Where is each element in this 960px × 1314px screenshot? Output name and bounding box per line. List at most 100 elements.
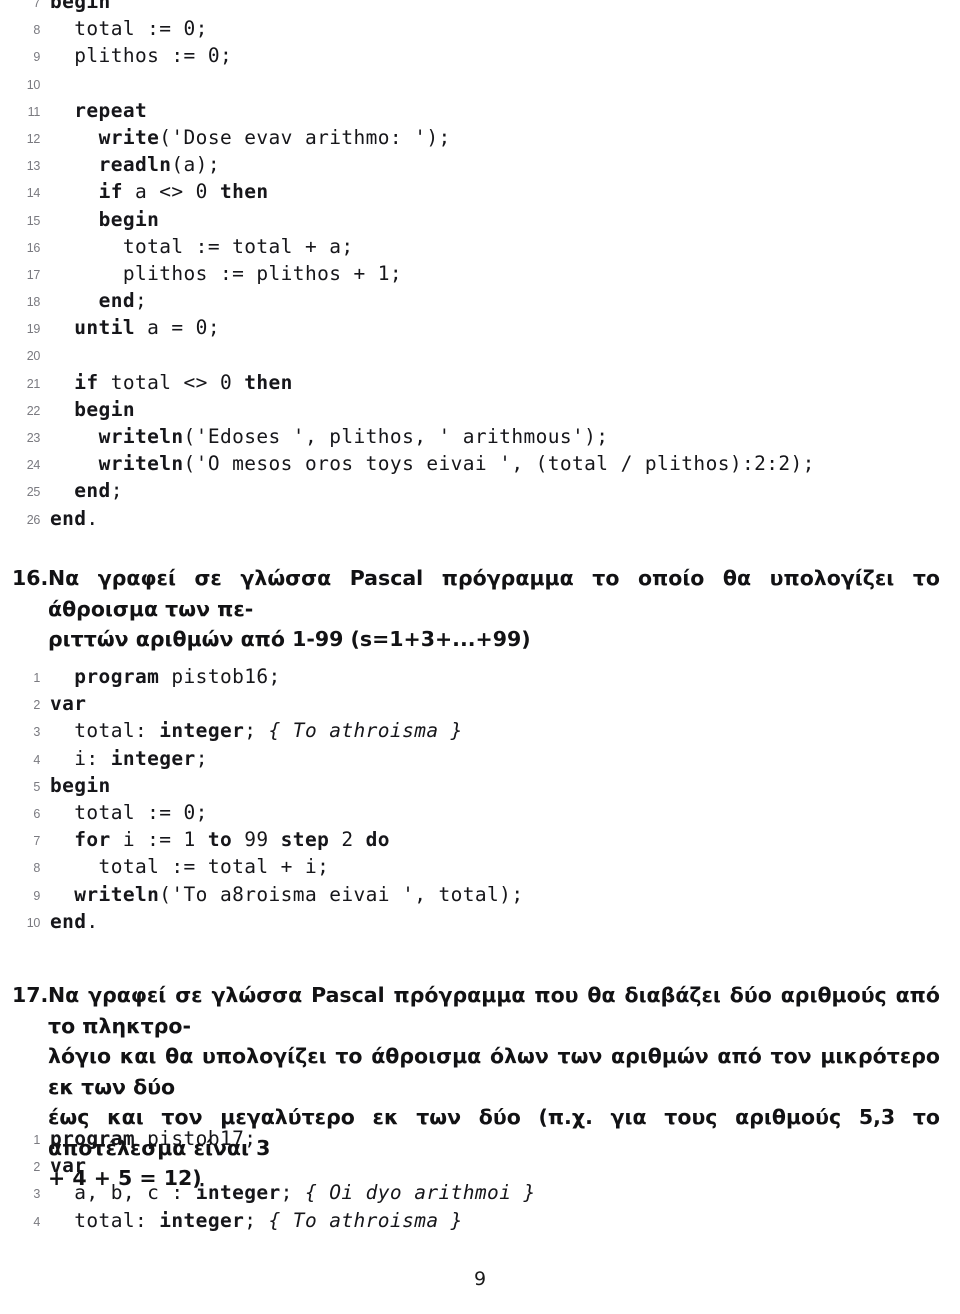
code-line-number: 11 bbox=[27, 104, 41, 119]
code-line-number: 9 bbox=[33, 888, 40, 903]
code-line: 21 if total <> 0 then bbox=[18, 369, 942, 396]
code-line-text: total := 0; bbox=[50, 17, 208, 41]
code-line-number: 2 bbox=[33, 698, 40, 713]
code-line: 25 end; bbox=[18, 477, 942, 504]
document-page: 7 begin 8 total := 0; 9 plithos := 0; 10 11 r… bbox=[0, 0, 960, 1314]
code-line: 1 program pistob17; bbox=[18, 1125, 942, 1152]
code-line-text: end. bbox=[50, 506, 99, 530]
code-line: 3 a, b, c : integer; { Oi dyo arithmoi } bbox=[18, 1179, 942, 1206]
code-line-number: 18 bbox=[26, 295, 41, 310]
code-line: 9 writeln('To a8roisma eivai ', total); bbox=[18, 881, 942, 908]
code-line: 13 readln(a); bbox=[18, 151, 942, 178]
code-line-number: 24 bbox=[26, 458, 41, 473]
code-line-text: var bbox=[50, 1154, 87, 1178]
code-line-text: for i := 1 to 99 step 2 do bbox=[74, 828, 390, 852]
code-line-text: begin bbox=[50, 773, 111, 797]
page-number: 9 bbox=[473, 1268, 487, 1290]
code-line-text: total := total + a; bbox=[50, 234, 354, 258]
code-line: 9 plithos := 0; bbox=[18, 42, 942, 69]
code-listing-exercise-17: 1 program pistob17; 2 var 3 a, b, c : intege… bbox=[18, 1125, 942, 1234]
code-line: 26 end. bbox=[18, 505, 942, 532]
code-listing-exercise-15: 7 begin 8 total := 0; 9 plithos := 0; 10 11 r… bbox=[18, 0, 942, 532]
code-line-text: write('Dose evav arithmo: '); bbox=[98, 125, 451, 149]
code-line-number: 21 bbox=[26, 376, 41, 391]
exercise-number-16: 16. bbox=[12, 566, 49, 590]
code-line-text: a, b, c : integer; { Oi dyo arithmoi } bbox=[50, 1181, 536, 1205]
code-line: 20 bbox=[18, 341, 942, 368]
code-line-number: 14 bbox=[26, 186, 41, 201]
code-line-number: 1 bbox=[33, 1133, 40, 1147]
code-line-number: 7 bbox=[33, 834, 40, 849]
code-line-text: end; bbox=[74, 479, 123, 503]
code-line-number: 19 bbox=[26, 322, 41, 337]
code-listing-exercise-16: 1 program pistob16; 2 var 3 total: integer;… bbox=[18, 663, 942, 935]
code-line: 24 writeln('O mesos oros toys eivai ', (… bbox=[18, 450, 942, 477]
code-line-text: i: integer; bbox=[50, 746, 208, 770]
code-line-number: 2 bbox=[33, 1160, 40, 1175]
code-line-number: 3 bbox=[33, 1187, 40, 1202]
code-line: 15 begin bbox=[18, 206, 942, 233]
exercise-text-16: Να γραφεί σε γλώσσα Pascal πρόγραμμα το … bbox=[48, 563, 946, 655]
code-line-number: 4 bbox=[33, 1214, 40, 1229]
code-line-number: 23 bbox=[26, 431, 41, 445]
exercise-text-line: Να γραφεί σε γλώσσα Pascal πρόγραμμα το … bbox=[48, 566, 940, 621]
code-line-number: 3 bbox=[33, 725, 40, 740]
code-line: 7 begin bbox=[18, 0, 942, 15]
code-line-text: writeln('To a8roisma eivai ', total); bbox=[74, 882, 524, 906]
code-line-text: total := total + i; bbox=[50, 855, 330, 879]
exercise-text-line: Να γραφεί σε γλώσσα Pascal πρόγραμμα που… bbox=[48, 983, 940, 1038]
code-line-text: if a <> 0 then bbox=[98, 180, 269, 204]
code-line: 4 total: integer; { To athroisma } bbox=[18, 1207, 942, 1234]
code-line-text: program pistob16; bbox=[74, 665, 281, 688]
code-line-number: 16 bbox=[26, 240, 41, 255]
code-line: 8 total := 0; bbox=[18, 15, 942, 42]
code-line-number: 5 bbox=[33, 779, 40, 794]
code-line-text: if total <> 0 then bbox=[74, 370, 293, 394]
code-line-text: writeln('Edoses ', plithos, ' arithmous'… bbox=[98, 425, 609, 448]
code-line-text: begin bbox=[98, 207, 160, 231]
code-line: 5 begin bbox=[18, 772, 942, 799]
code-line: 12 write('Dose evav arithmo: '); bbox=[18, 124, 942, 151]
code-line-number: 10 bbox=[26, 77, 41, 92]
code-line-number: 26 bbox=[26, 512, 41, 527]
code-line-number: 25 bbox=[26, 485, 41, 500]
code-line-number: 8 bbox=[33, 861, 40, 876]
code-line-text: begin bbox=[50, 0, 111, 13]
exercise-number-17: 17. bbox=[12, 983, 49, 1007]
code-line: 6 total := 0; bbox=[18, 799, 942, 826]
code-line-number: 12 bbox=[26, 131, 41, 146]
code-line-number: 4 bbox=[33, 752, 40, 767]
code-line-text: total: integer; { To athroisma } bbox=[50, 719, 463, 743]
code-line-text: program pistob17; bbox=[50, 1127, 257, 1150]
code-line-text: repeat bbox=[74, 98, 148, 122]
code-line-text: readln(a); bbox=[98, 153, 220, 177]
code-line-text: total: integer; { To athroisma } bbox=[50, 1208, 463, 1232]
code-line: 10 bbox=[18, 70, 942, 97]
code-line-number: 15 bbox=[26, 213, 41, 228]
code-line-number: 1 bbox=[33, 671, 40, 685]
code-line-number: 9 bbox=[33, 50, 40, 65]
code-line-number: 22 bbox=[26, 403, 41, 418]
code-line-text: writeln('O mesos oros toys eivai ', (tot… bbox=[98, 452, 815, 476]
code-line-number: 8 bbox=[33, 23, 40, 38]
code-line: 11 repeat bbox=[18, 97, 942, 124]
code-line: 18 end; bbox=[18, 287, 942, 314]
code-line-number: 20 bbox=[26, 349, 41, 364]
code-line: 17 plithos := plithos + 1; bbox=[18, 260, 942, 287]
code-line-text: until a = 0; bbox=[74, 316, 220, 340]
code-line: 2 var bbox=[18, 690, 942, 717]
code-line: 4 i: integer; bbox=[18, 745, 942, 772]
code-line-text: var bbox=[50, 692, 87, 716]
code-line: 19 until a = 0; bbox=[18, 314, 942, 341]
code-line: 8 total := total + i; bbox=[18, 853, 942, 880]
code-line-text: end. bbox=[50, 909, 99, 933]
code-line: 22 begin bbox=[18, 396, 942, 423]
code-line: 14 if a <> 0 then bbox=[18, 178, 942, 205]
code-line: 10 end. bbox=[18, 908, 942, 935]
code-line-number: 17 bbox=[26, 267, 41, 282]
code-line-text: total := 0; bbox=[50, 800, 208, 824]
code-line-number: 13 bbox=[26, 159, 41, 174]
exercise-text-line: ριττών αριθμών από 1-99 (s=1+3+...+99) bbox=[48, 627, 531, 651]
code-line: 23 writeln('Edoses ', plithos, ' arithmo… bbox=[18, 423, 942, 450]
code-line-text: plithos := 0; bbox=[50, 44, 233, 68]
